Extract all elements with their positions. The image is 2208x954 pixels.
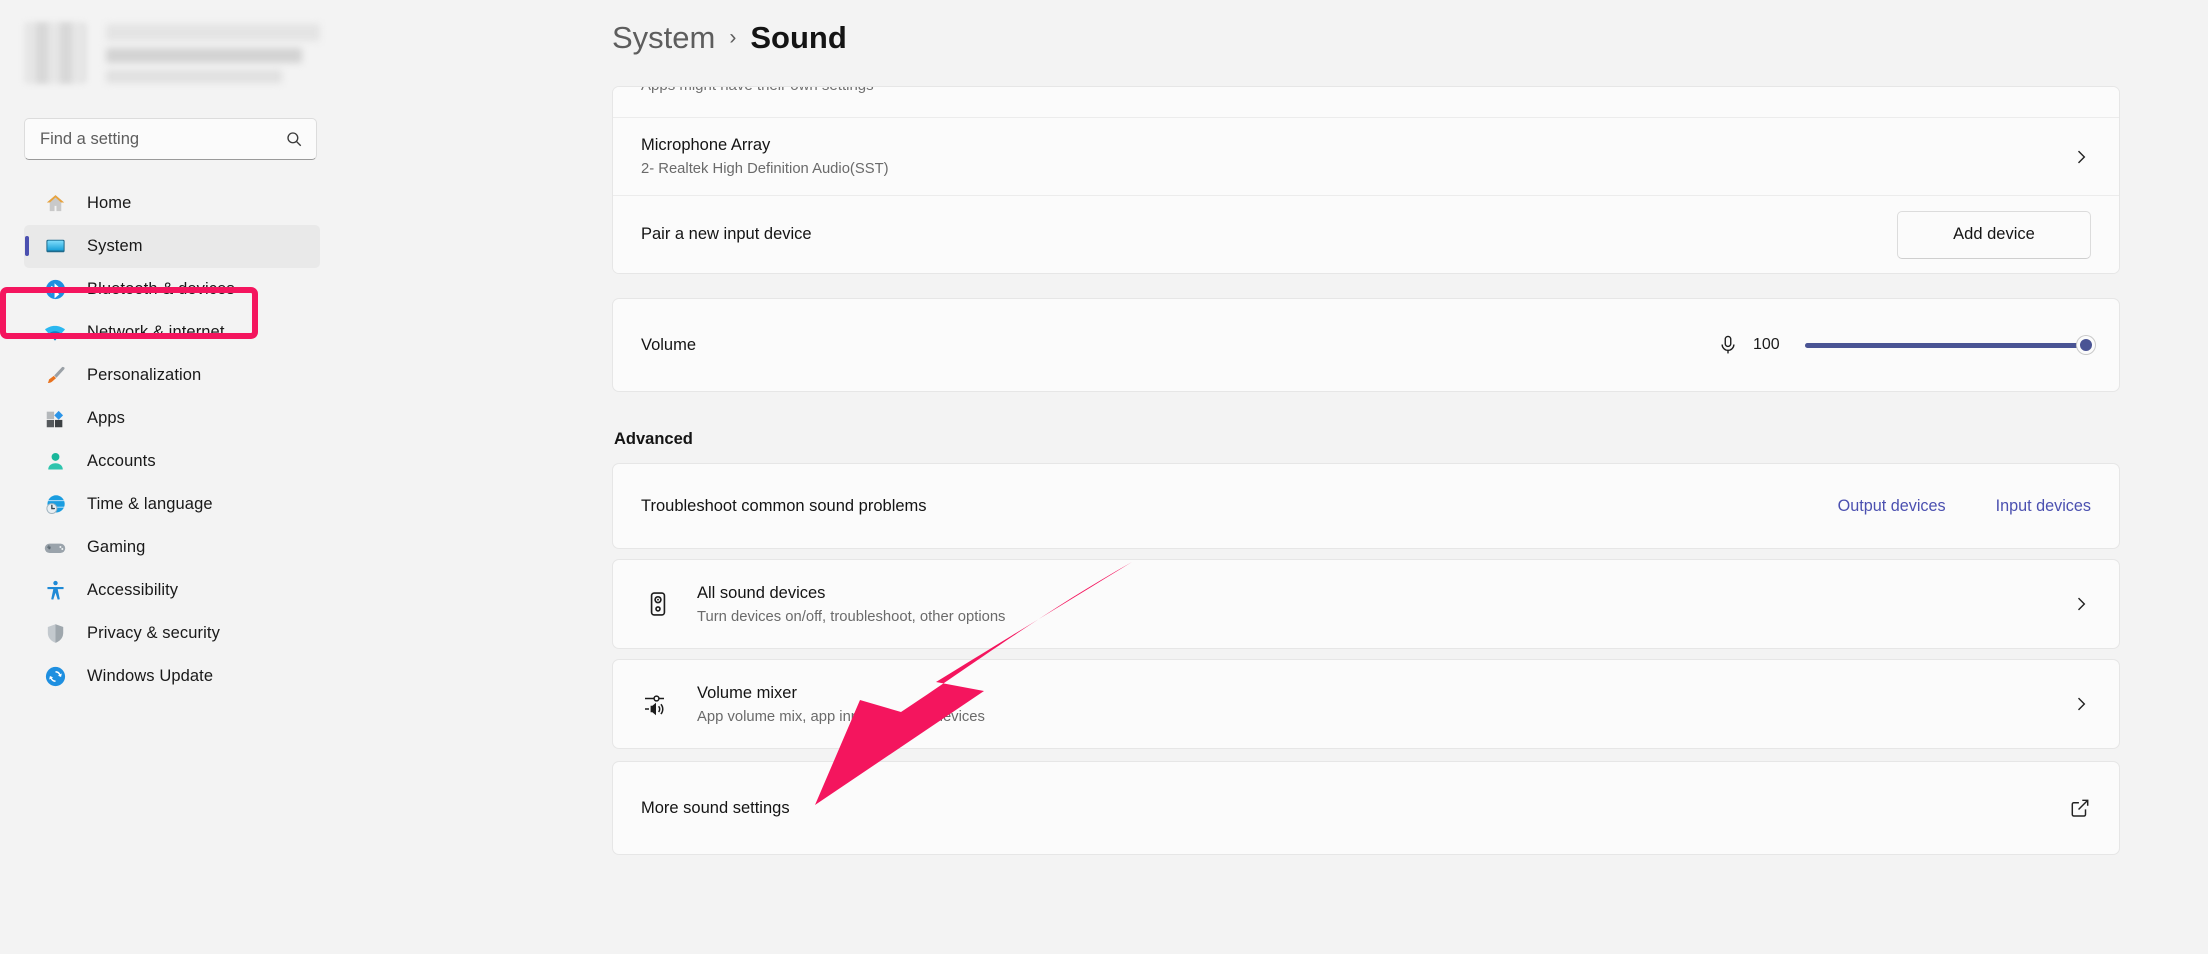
microphone-icon [1717,334,1739,356]
apps-icon [42,406,68,432]
sidebar-item-label: Accounts [87,452,156,471]
shield-icon [42,621,68,647]
sidebar-item-label: Time & language [87,495,213,514]
row-title: Microphone Array [641,136,889,155]
sidebar-item-privacy-security[interactable]: Privacy & security [24,612,320,655]
row-subtitle: App volume mix, app input & output devic… [697,709,985,725]
volume-slider[interactable] [1805,334,2091,356]
sidebar-item-bluetooth-devices[interactable]: Bluetooth & devices [24,268,320,311]
sidebar-item-label: Privacy & security [87,624,220,643]
sidebar-item-windows-update[interactable]: Windows Update [24,655,320,698]
sidebar-item-label: Accessibility [87,581,178,600]
row-subtitle: 2- Realtek High Definition Audio(SST) [641,161,889,177]
sidebar-item-time-language[interactable]: Time & language [24,483,320,526]
row-title: All sound devices [697,584,1005,603]
speaker-device-icon [641,587,675,621]
person-icon [42,449,68,475]
paintbrush-icon [42,363,68,389]
sidebar-item-accessibility[interactable]: Accessibility [24,569,320,612]
sidebar-item-personalization[interactable]: Personalization [24,354,320,397]
sidebar-item-label: Personalization [87,366,201,385]
main-content: System › Sound Apps might have their own… [440,0,2208,954]
system-display-icon [42,234,68,260]
sidebar: Home System [0,0,440,954]
update-refresh-icon [42,664,68,690]
sidebar-item-label: Apps [87,409,125,428]
volume-row: Volume 100 [613,299,2119,391]
search-box[interactable] [24,118,317,160]
clock-globe-icon [42,492,68,518]
sidebar-item-system[interactable]: System [24,225,320,268]
all-sound-devices-card[interactable]: All sound devices Turn devices on/off, t… [612,559,2120,649]
sidebar-item-label: Windows Update [87,667,213,686]
slider-thumb[interactable] [2077,336,2095,354]
sidebar-item-label: Bluetooth & devices [87,280,235,299]
sidebar-item-gaming[interactable]: Gaming [24,526,320,569]
input-devices-link[interactable]: Input devices [1996,497,2091,516]
settings-window: Home System [0,0,2208,954]
clipped-row-subtitle: Apps might have their own settings [641,87,874,94]
clipped-row-top: Apps might have their own settings [613,87,2119,117]
microphone-array-row[interactable]: Microphone Array 2- Realtek High Definit… [613,117,2119,195]
add-device-button[interactable]: Add device [1897,211,2091,259]
volume-mixer-icon [641,687,675,721]
sidebar-item-label: Home [87,194,131,213]
sidebar-nav: Home System [0,182,440,698]
wifi-icon [42,320,68,346]
sidebar-item-label: Network & internet [87,323,225,342]
output-devices-link[interactable]: Output devices [1838,497,1946,516]
profile-name-blurred [106,24,320,83]
sidebar-item-label: System [87,237,143,256]
pair-new-input-device-row[interactable]: Pair a new input device Add device [613,195,2119,273]
search-icon [285,130,303,148]
volume-mixer-card[interactable]: Volume mixer App volume mix, app input &… [612,659,2120,749]
accessibility-icon [42,578,68,604]
bluetooth-icon [42,277,68,303]
sidebar-item-accounts[interactable]: Accounts [24,440,320,483]
breadcrumb: System › Sound [612,20,847,56]
sidebar-item-apps[interactable]: Apps [24,397,320,440]
advanced-section-title: Advanced [614,430,2120,449]
sidebar-item-label: Gaming [87,538,145,557]
row-title: More sound settings [641,799,790,818]
row-title: Troubleshoot common sound problems [641,497,927,516]
more-sound-settings-card[interactable]: More sound settings [612,761,2120,855]
slider-fill [1805,343,2091,348]
chevron-right-icon[interactable] [2071,147,2091,167]
input-devices-group: Apps might have their own settings Micro… [612,86,2120,274]
volume-value: 100 [1753,336,1787,354]
search-input[interactable] [40,130,285,149]
page-title: Sound [750,20,846,56]
volume-card: Volume 100 [612,298,2120,392]
home-icon [42,191,68,217]
chevron-right-icon[interactable] [2071,694,2091,714]
sidebar-item-home[interactable]: Home [24,182,320,225]
row-title: Pair a new input device [641,225,812,244]
avatar [24,22,86,84]
breadcrumb-separator-icon: › [729,26,736,50]
troubleshoot-card: Troubleshoot common sound problems Outpu… [612,463,2120,549]
troubleshoot-row: Troubleshoot common sound problems Outpu… [613,464,2119,548]
volume-label: Volume [641,336,696,355]
row-subtitle: Turn devices on/off, troubleshoot, other… [697,609,1005,625]
chevron-right-icon[interactable] [2071,594,2091,614]
settings-list: Apps might have their own settings Micro… [612,86,2120,855]
breadcrumb-parent-link[interactable]: System [612,20,715,56]
row-title: Volume mixer [697,684,985,703]
gamepad-icon [42,535,68,561]
user-profile[interactable] [0,0,440,84]
external-link-icon[interactable] [2069,797,2091,819]
sidebar-item-network-internet[interactable]: Network & internet [24,311,320,354]
